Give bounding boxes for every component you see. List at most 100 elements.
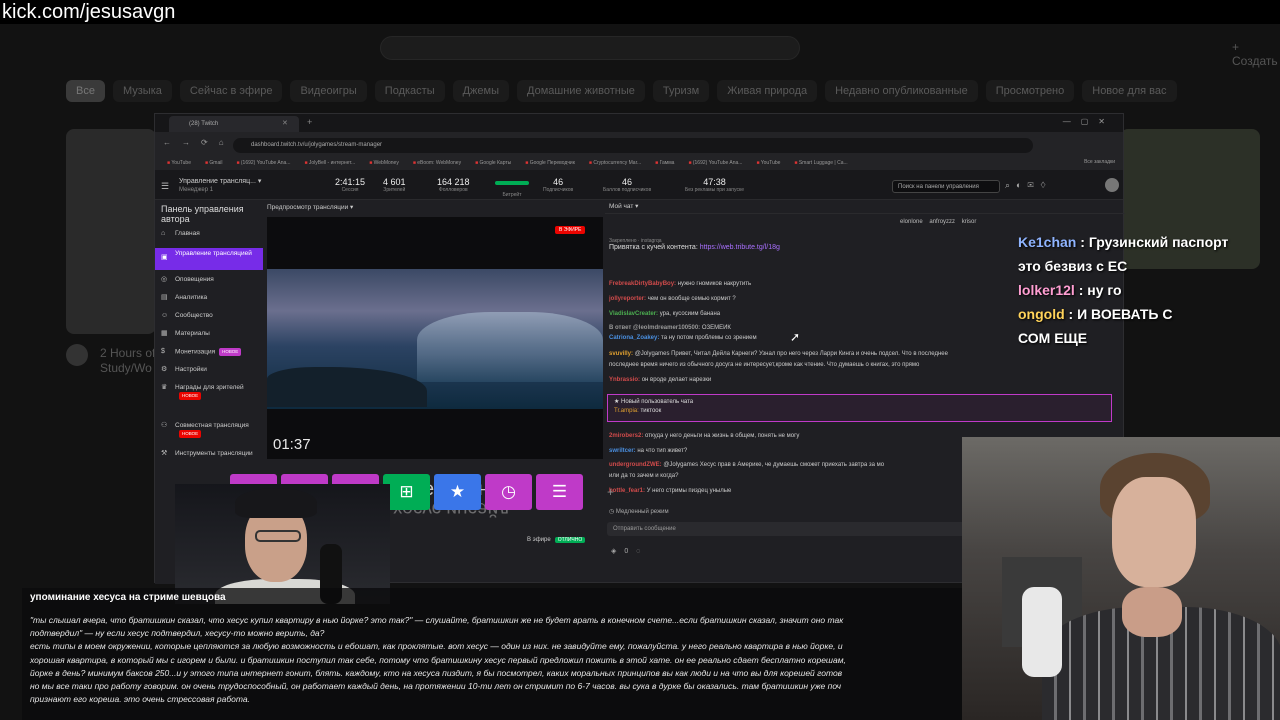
stat-value: 47:38 xyxy=(703,177,726,187)
bookmark-item[interactable]: Google Переводчик xyxy=(525,156,575,170)
address-bar[interactable]: dashboard.twitch.tv/u/jolygames/stream-m… xyxy=(233,138,1033,153)
sidebar-item-1[interactable]: ▣ Управление трансляцией xyxy=(155,248,263,270)
chat-username[interactable]: 2mirobers2: xyxy=(609,433,643,439)
stat-widget: Битрейт xyxy=(495,177,529,198)
chip-10[interactable]: Просмотрено xyxy=(985,80,1075,102)
chat-user-list[interactable]: elonlone anfroyzzz krisor xyxy=(900,219,976,225)
chat-username[interactable]: jollyreporter: xyxy=(609,296,646,302)
chip-7[interactable]: Туризм xyxy=(652,80,710,102)
sidebar-item-2[interactable]: ◎ Оповещения xyxy=(161,276,261,286)
stream-url-overlay: kick.com/jesusavgn xyxy=(0,0,1280,24)
chat-text: нужно гномиков накрутить xyxy=(677,281,752,287)
chip-11[interactable]: Новое для вас xyxy=(1082,80,1177,102)
sidebar-item-3[interactable]: ▤ Аналитика xyxy=(161,294,261,304)
bookmark-item[interactable]: Google Карты xyxy=(475,156,512,170)
dashboard-search-input[interactable]: Поиск на панели управления xyxy=(892,180,1000,193)
chip-1[interactable]: Музыка xyxy=(112,80,172,102)
chip-4[interactable]: Подкасты xyxy=(374,80,445,102)
chat-username[interactable]: Catriona_Zoakey: xyxy=(609,335,659,341)
live-badge: В ЭФИРЕ xyxy=(555,226,586,234)
chat-text: чем он вообще семью кормит ? xyxy=(647,296,736,302)
chat-username[interactable]: undergroundZWE: xyxy=(609,462,662,468)
bookmark-item[interactable]: Gmail xyxy=(205,156,222,170)
quick-action-tile[interactable]: ⊞ xyxy=(383,474,430,510)
page-title[interactable]: Управление трансляц... ▾ Менеджер 1 xyxy=(179,178,261,194)
bookmark-item[interactable]: WebMoney xyxy=(369,156,399,170)
stream-preview-video[interactable] xyxy=(267,217,603,459)
chat-username[interactable]: В ответ @leolmdreamer100500: xyxy=(609,325,700,331)
video-title[interactable]: 2 Hours of Study/Wo xyxy=(100,346,155,376)
all-bookmarks[interactable]: Все закладки xyxy=(1084,159,1115,165)
sidebar-item-9[interactable]: ⚇ Совместная трансляцияНОВОЕ xyxy=(161,422,261,442)
new-user-highlight[interactable]: ★ Новый пользователь чата Tr.ampia: тикт… xyxy=(607,394,1112,422)
chip-8[interactable]: Живая природа xyxy=(717,80,818,102)
preview-title[interactable]: Предпросмотр трансляции ▾ xyxy=(267,203,353,211)
streamer-webcam xyxy=(962,437,1280,720)
chat-message[interactable]: Ynbrassio: он вроде делает нарезки xyxy=(609,376,1109,384)
chat-message[interactable]: последнее время ничего из обычного досуг… xyxy=(609,361,1109,369)
bookmark-item[interactable]: Гамма xyxy=(655,156,675,170)
chip-9[interactable]: Недавно опубликованные xyxy=(825,80,978,102)
chip-3[interactable]: Видеоигры xyxy=(290,80,367,102)
sidebar-item-8[interactable]: ♛ Награды для зрителейНОВОЕ xyxy=(161,384,261,414)
overlay-chat-text: Грузинский паспорт xyxy=(1088,234,1229,250)
avatar[interactable] xyxy=(1105,178,1119,192)
chip-0[interactable]: Все xyxy=(66,80,105,102)
sidebar-item-10[interactable]: ⚒ Инструменты трансляции xyxy=(161,450,261,470)
sidebar-icon: ⚙ xyxy=(161,366,168,373)
bookmark-item[interactable]: Cryptocurrency Mar... xyxy=(589,156,641,170)
chat-text: @Jolygames Хесус прав в Америке, че дума… xyxy=(663,462,885,468)
video-thumbnail[interactable] xyxy=(66,129,156,334)
sidebar-item-5[interactable]: ▦ Материалы xyxy=(161,330,261,340)
quick-action-tile[interactable]: + xyxy=(587,474,634,510)
sidebar-item-4[interactable]: ☺ Сообщество xyxy=(161,312,261,322)
chip-6[interactable]: Домашние животные xyxy=(517,80,645,102)
stat-label: Баллов подписчиков xyxy=(603,187,652,193)
quick-action-tile[interactable]: ◷ xyxy=(485,474,532,510)
nav-buttons[interactable]: ←→⟳⌂ xyxy=(163,138,235,147)
chat-text: последнее время ничего из обычного досуг… xyxy=(609,362,920,368)
chip-2[interactable]: Сейчас в эфире xyxy=(179,80,283,102)
caption-text: "ты слышал вчера, что братишкин сказал, … xyxy=(30,615,846,705)
sidebar-icon: ▤ xyxy=(161,294,168,301)
sidebar-item-label: Аналитика xyxy=(175,294,208,301)
bookmark-item[interactable]: Smart Luggage | Ca... xyxy=(794,156,848,170)
sidebar-item-6[interactable]: $ Монетизация НОВОЕ xyxy=(161,348,261,358)
chat-username[interactable]: Ynbrassio: xyxy=(609,377,640,383)
sidebar-item-7[interactable]: ⚙ Настройки xyxy=(161,366,261,376)
window-controls[interactable]: —▢✕ xyxy=(1063,117,1115,126)
bookmark-item[interactable]: (1692) YouTube Ana... xyxy=(236,156,291,170)
stat-label: Битрейт xyxy=(502,192,522,198)
chat-username[interactable]: FrebreakDirtyBabyBoy: xyxy=(609,281,676,287)
chat-text: ура, кусосиим банана xyxy=(659,311,721,317)
channel-points[interactable]: ◈ 0 ◌ xyxy=(611,547,643,555)
new-tab-icon[interactable]: + xyxy=(307,117,312,127)
chat-text: на что тип живет? xyxy=(637,448,688,454)
sidebar-item-label: Награды для зрителей xyxy=(175,384,244,391)
bookmark-item[interactable]: YouTube xyxy=(167,156,191,170)
new-user-message: Tr.ampia: тиктоок xyxy=(614,408,662,414)
overlay-chat-text: это безвиз с ЕС xyxy=(1018,258,1128,274)
youtube-search-input[interactable] xyxy=(380,36,800,60)
overlay-chat-line: lolker12l : ну го xyxy=(1018,282,1122,298)
bookmark-item[interactable]: YouTube xyxy=(756,156,781,170)
chat-message[interactable]: svuvilly: @Jolygames Привет, Читал Дейла… xyxy=(609,350,1109,358)
bookmark-item[interactable]: (1692) YouTube Ana... xyxy=(688,156,743,170)
channel-avatar[interactable] xyxy=(66,344,88,366)
quick-action-tile[interactable]: ★ xyxy=(434,474,481,510)
chip-5[interactable]: Джемы xyxy=(452,80,510,102)
tab-strip xyxy=(155,114,1123,132)
chat-username[interactable]: VladislavCreater: xyxy=(609,311,658,317)
quick-action-tile[interactable]: ☰ xyxy=(536,474,583,510)
menu-icon[interactable]: ☰ xyxy=(161,181,169,192)
chat-username[interactable]: svuvilly: xyxy=(609,351,633,357)
chat-header[interactable]: Мой чат ▾ xyxy=(605,200,1125,214)
header-icons[interactable]: ⌕◐✉♢ xyxy=(1005,180,1053,191)
create-button[interactable]: + Создать xyxy=(1232,40,1280,68)
bookmark-item[interactable]: JolyBell - интернет... xyxy=(304,156,355,170)
close-tab-icon[interactable]: ✕ xyxy=(282,119,288,127)
sidebar-item-0[interactable]: ⌂ Главная xyxy=(161,230,261,240)
bookmark-item[interactable]: eBoom: WebMoney xyxy=(413,156,461,170)
chat-username[interactable]: swriltcer: xyxy=(609,448,636,454)
browser-tab[interactable]: (28) Twitch xyxy=(169,116,299,132)
